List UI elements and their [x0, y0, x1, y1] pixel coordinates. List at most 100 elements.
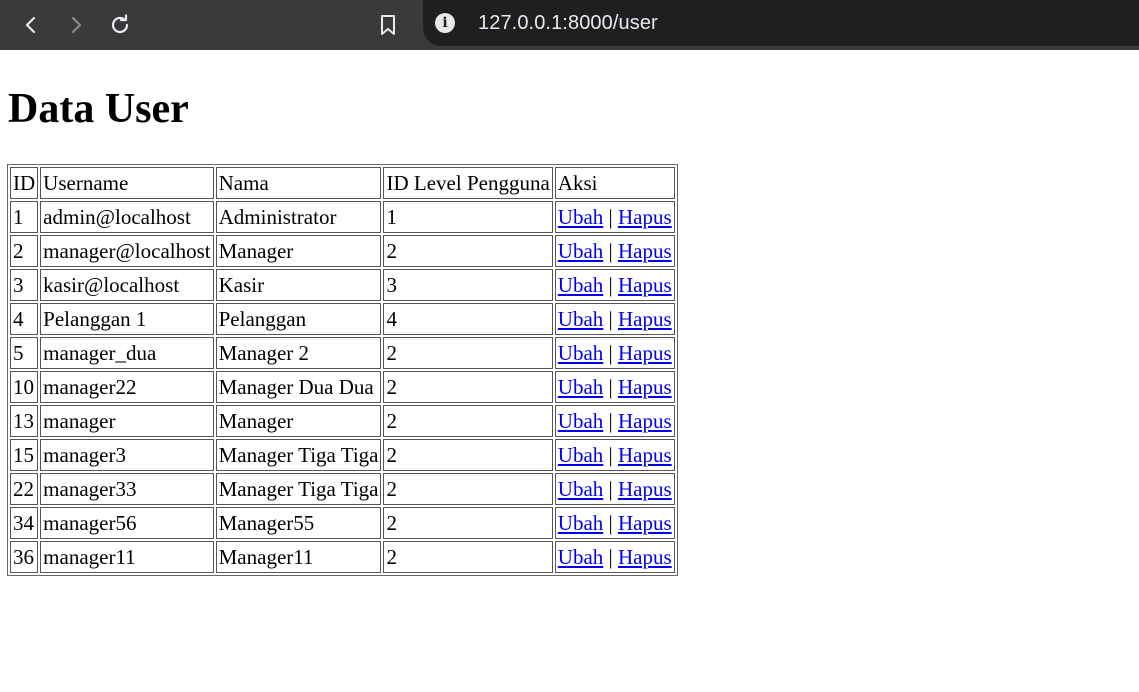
cell-nama: Pelanggan	[215, 303, 382, 335]
cell-username: manager_dua	[40, 337, 214, 369]
cell-username: manager	[40, 405, 214, 437]
cell-level: 2	[383, 439, 553, 471]
edit-link[interactable]: Ubah	[558, 239, 604, 263]
reload-button[interactable]	[104, 9, 136, 41]
action-separator: |	[608, 477, 613, 501]
back-icon	[25, 16, 36, 34]
cell-aksi: Ubah | Hapus	[554, 269, 675, 301]
back-button[interactable]	[15, 9, 47, 41]
table-header-row: ID Username Nama ID Level Pengguna Aksi	[10, 167, 675, 199]
table-row: 13 manager Manager 2 Ubah | Hapus	[10, 405, 675, 437]
cell-id: 5	[10, 337, 39, 369]
cell-aksi: Ubah | Hapus	[554, 507, 675, 539]
cell-username: manager56	[40, 507, 214, 539]
cell-nama: Manager Tiga Tiga	[215, 439, 382, 471]
cell-aksi: Ubah | Hapus	[554, 541, 675, 573]
edit-link[interactable]: Ubah	[558, 545, 604, 569]
delete-link[interactable]: Hapus	[618, 205, 672, 229]
table-row: 5 manager_dua Manager 2 2 Ubah | Hapus	[10, 337, 675, 369]
cell-id: 10	[10, 371, 39, 403]
forward-icon	[71, 16, 82, 34]
table-row: 10 manager22 Manager Dua Dua 2 Ubah | Hapus	[10, 371, 675, 403]
cell-level: 4	[383, 303, 553, 335]
cell-aksi: Ubah | Hapus	[554, 337, 675, 369]
cell-aksi: Ubah | Hapus	[554, 405, 675, 437]
edit-link[interactable]: Ubah	[558, 443, 604, 467]
cell-level: 2	[383, 371, 553, 403]
cell-aksi: Ubah | Hapus	[554, 235, 675, 267]
cell-username: manager11	[40, 541, 214, 573]
action-separator: |	[608, 341, 613, 365]
table-row: 15 manager3 Manager Tiga Tiga 2 Ubah | Hapus	[10, 439, 675, 471]
delete-link[interactable]: Hapus	[618, 273, 672, 297]
url-text[interactable]: 127.0.0.1:8000/user	[478, 12, 658, 35]
edit-link[interactable]: Ubah	[558, 409, 604, 433]
action-separator: |	[608, 307, 613, 331]
cell-username: admin@localhost	[40, 201, 214, 233]
table-row: 34 manager56 Manager55 2 Ubah | Hapus	[10, 507, 675, 539]
cell-level: 2	[383, 235, 553, 267]
cell-nama: Manager	[215, 405, 382, 437]
table-row: 36 manager11 Manager11 2 Ubah | Hapus	[10, 541, 675, 573]
delete-link[interactable]: Hapus	[618, 375, 672, 399]
cell-username: manager22	[40, 371, 214, 403]
cell-id: 4	[10, 303, 39, 335]
cell-aksi: Ubah | Hapus	[554, 473, 675, 505]
delete-link[interactable]: Hapus	[618, 443, 672, 467]
action-separator: |	[608, 545, 613, 569]
action-separator: |	[608, 205, 613, 229]
header-nama: Nama	[215, 167, 382, 199]
delete-link[interactable]: Hapus	[618, 307, 672, 331]
cell-level: 1	[383, 201, 553, 233]
edit-link[interactable]: Ubah	[558, 307, 604, 331]
cell-level: 2	[383, 405, 553, 437]
delete-link[interactable]: Hapus	[618, 409, 672, 433]
delete-link[interactable]: Hapus	[618, 239, 672, 263]
action-separator: |	[608, 443, 613, 467]
action-separator: |	[608, 511, 613, 535]
cell-username: Pelanggan 1	[40, 303, 214, 335]
cell-level: 2	[383, 507, 553, 539]
cell-nama: Manager Tiga Tiga	[215, 473, 382, 505]
table-row: 3 kasir@localhost Kasir 3 Ubah | Hapus	[10, 269, 675, 301]
header-aksi: Aksi	[554, 167, 675, 199]
forward-button[interactable]	[60, 9, 92, 41]
cell-id: 2	[10, 235, 39, 267]
reload-icon	[111, 14, 129, 34]
header-level: ID Level Pengguna	[383, 167, 553, 199]
site-info-icon[interactable]: i	[435, 13, 455, 33]
browser-toolbar: i 127.0.0.1:8000/user	[0, 0, 1139, 50]
cell-aksi: Ubah | Hapus	[554, 201, 675, 233]
edit-link[interactable]: Ubah	[558, 375, 604, 399]
cell-nama: Manager 2	[215, 337, 382, 369]
action-separator: |	[608, 273, 613, 297]
table-row: 4 Pelanggan 1 Pelanggan 4 Ubah | Hapus	[10, 303, 675, 335]
cell-id: 22	[10, 473, 39, 505]
cell-aksi: Ubah | Hapus	[554, 303, 675, 335]
cell-username: manager33	[40, 473, 214, 505]
edit-link[interactable]: Ubah	[558, 511, 604, 535]
bookmark-button[interactable]	[372, 9, 404, 41]
edit-link[interactable]: Ubah	[558, 273, 604, 297]
edit-link[interactable]: Ubah	[558, 341, 604, 365]
cell-id: 13	[10, 405, 39, 437]
delete-link[interactable]: Hapus	[618, 477, 672, 501]
cell-level: 3	[383, 269, 553, 301]
page-content: Data User ID Username Nama ID Level Peng…	[0, 81, 1139, 576]
user-table: ID Username Nama ID Level Pengguna Aksi …	[7, 164, 678, 576]
cell-level: 2	[383, 541, 553, 573]
delete-link[interactable]: Hapus	[618, 511, 672, 535]
edit-link[interactable]: Ubah	[558, 205, 604, 229]
action-separator: |	[608, 239, 613, 263]
table-body: 1 admin@localhost Administrator 1 Ubah | Hap…	[10, 201, 675, 573]
edit-link[interactable]: Ubah	[558, 477, 604, 501]
delete-link[interactable]: Hapus	[618, 545, 672, 569]
cell-id: 34	[10, 507, 39, 539]
header-id: ID	[10, 167, 39, 199]
cell-username: manager@localhost	[40, 235, 214, 267]
address-bar[interactable]: i 127.0.0.1:8000/user	[423, 0, 1139, 46]
action-separator: |	[608, 375, 613, 399]
cell-id: 15	[10, 439, 39, 471]
delete-link[interactable]: Hapus	[618, 341, 672, 365]
table-row: 2 manager@localhost Manager 2 Ubah | Hapus	[10, 235, 675, 267]
